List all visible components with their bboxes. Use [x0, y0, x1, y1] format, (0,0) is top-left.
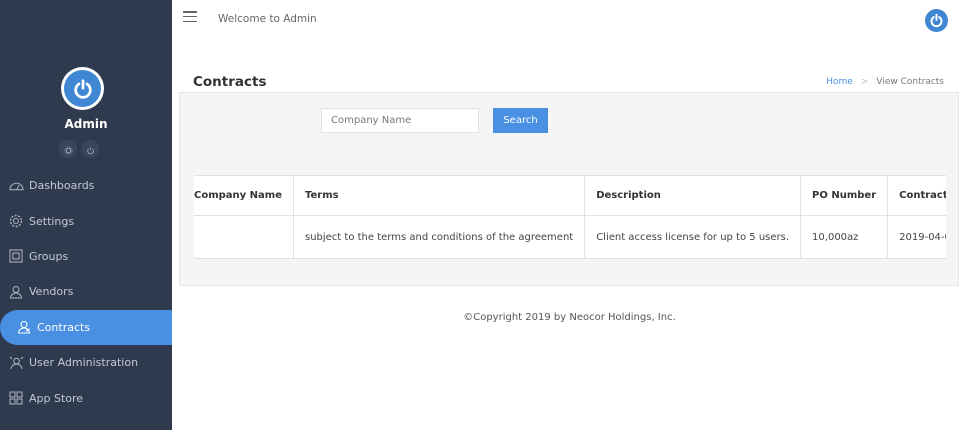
groups-icon — [8, 248, 24, 264]
power-icon — [86, 140, 95, 159]
user-settings-button[interactable] — [59, 140, 77, 158]
column-header-contract-date[interactable]: Contract Date — [887, 175, 946, 216]
company-name-search-input[interactable] — [321, 108, 479, 133]
topbar: Welcome to Admin — [172, 0, 960, 38]
breadcrumb: Home > View Contracts — [826, 77, 944, 87]
contracts-table-container[interactable]: Company Name Terms Description PO Number… — [194, 175, 946, 259]
column-header-terms[interactable]: Terms — [292, 175, 586, 216]
user-icon — [8, 284, 24, 300]
sidebar-item-contracts[interactable]: Contracts — [0, 309, 172, 345]
contracts-icon — [16, 319, 32, 335]
sidebar-item-groups[interactable]: Groups — [0, 239, 172, 274]
page-title: Contracts — [193, 74, 267, 90]
sidebar-item-label: Vendors — [29, 285, 74, 299]
gear-icon — [8, 213, 24, 229]
power-logo-icon — [64, 70, 101, 107]
cell-terms: subject to the terms and conditions of t… — [292, 215, 586, 259]
table-row[interactable]: subject to the terms and conditions of t… — [194, 215, 946, 259]
search-button[interactable]: Search — [493, 108, 548, 133]
sidebar-item-vendors[interactable]: Vendors — [0, 274, 172, 309]
cell-contract-date: 2019-04-02 — [887, 215, 946, 259]
cell-po-number: 10,000az — [800, 215, 889, 259]
sidebar-item-app-store[interactable]: App Store — [0, 380, 172, 415]
cell-description: Client access license for up to 5 users. — [584, 215, 802, 259]
sidebar-item-label: User Administration — [29, 356, 139, 370]
gear-icon — [64, 140, 73, 159]
user-actions — [59, 140, 99, 158]
breadcrumb-home-link[interactable]: Home — [826, 77, 853, 87]
column-header-company-name[interactable]: Company Name — [194, 175, 294, 216]
welcome-text: Welcome to Admin — [218, 13, 317, 25]
dashboard-icon — [8, 178, 24, 194]
sidebar-item-label: Settings — [29, 214, 75, 228]
contracts-table: Company Name Terms Description PO Number… — [194, 175, 946, 259]
user-admin-icon — [8, 355, 24, 371]
breadcrumb-current: View Contracts — [876, 77, 944, 87]
footer-copyright: ©Copyright 2019 by Neocor Holdings, Inc. — [463, 312, 676, 323]
column-header-po-number[interactable]: PO Number — [800, 175, 889, 216]
breadcrumb-separator: > — [860, 77, 869, 87]
cell-company-name — [194, 215, 294, 259]
sidebar: Admin Dashboards Settings Groups Vendors… — [0, 0, 172, 430]
sidebar-item-settings[interactable]: Settings — [0, 203, 172, 238]
sidebar-item-label: Dashboards — [29, 179, 95, 193]
sidebar-item-dashboards[interactable]: Dashboards — [0, 168, 172, 203]
app-store-icon — [8, 390, 24, 406]
power-logo-icon[interactable] — [925, 9, 948, 32]
menu-toggle-icon[interactable] — [183, 11, 197, 22]
logout-button[interactable] — [81, 140, 99, 158]
sidebar-item-label: Groups — [29, 249, 69, 263]
sidebar-nav: Dashboards Settings Groups Vendors Contr… — [0, 168, 172, 416]
contracts-panel: Search Company Name Terms Description PO… — [179, 92, 959, 286]
column-header-description[interactable]: Description — [584, 175, 802, 216]
user-name: Admin — [64, 117, 108, 131]
sidebar-item-user-administration[interactable]: User Administration — [0, 345, 172, 380]
table-header-row: Company Name Terms Description PO Number… — [194, 175, 946, 216]
avatar[interactable] — [61, 67, 104, 110]
sidebar-item-label: Contracts — [37, 320, 91, 334]
sidebar-item-label: App Store — [29, 391, 84, 405]
